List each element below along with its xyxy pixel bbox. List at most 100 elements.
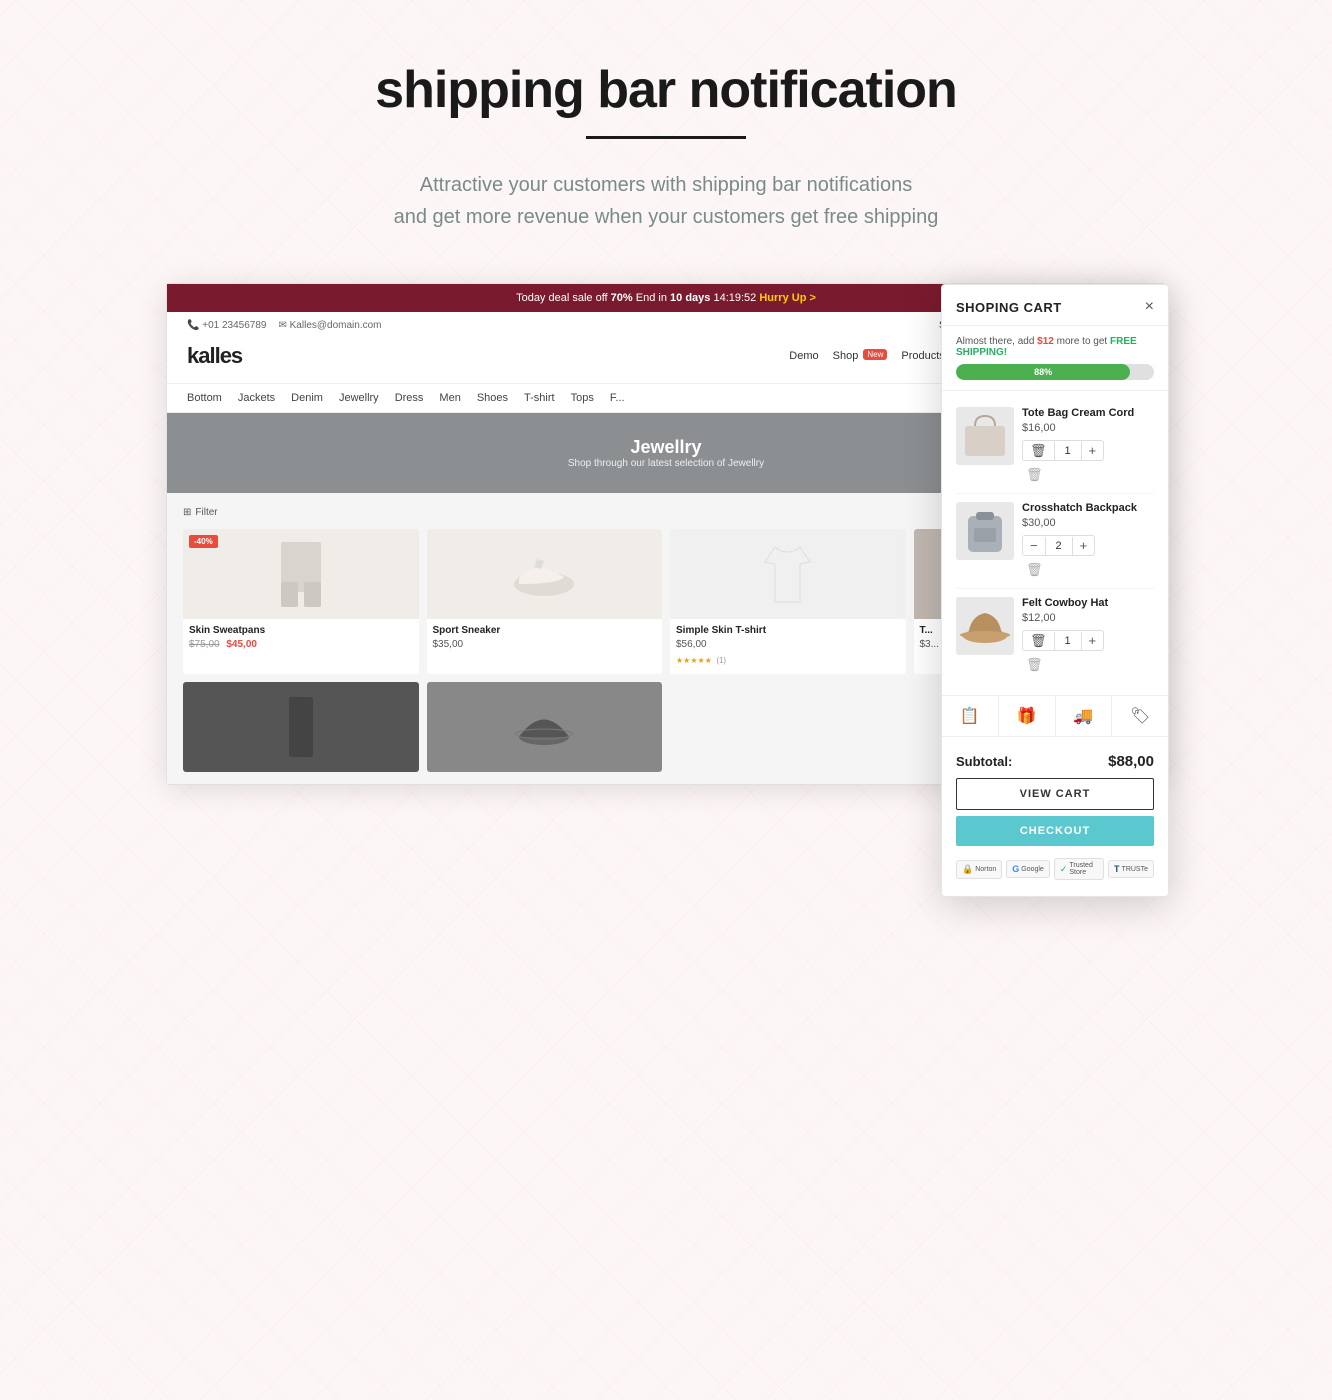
qty-increase-button[interactable]: +	[1073, 536, 1095, 555]
hero-subtitle: Shop through our latest selection of Jew…	[568, 458, 764, 469]
product-card[interactable]: -40% Skin Sweatpans $75,00 $45,00	[183, 529, 419, 674]
shipping-progress-bar: 88%	[956, 364, 1154, 380]
delete-item-button[interactable]: 🗑	[1022, 465, 1047, 485]
cat-shoes[interactable]: Shoes	[477, 392, 508, 404]
cart-item-details: Tote Bag Cream Cord $16,00 🗑 1 + 🗑	[1022, 407, 1154, 485]
cart-action-gift[interactable]: 🎁	[999, 696, 1056, 736]
notes-icon: 📋	[960, 706, 980, 726]
product-name: Simple Skin T-shirt	[676, 625, 900, 636]
hero-title: Jewellry	[630, 437, 701, 458]
cart-item-details: Felt Cowboy Hat $12,00 🗑 1 + 🗑	[1022, 597, 1154, 675]
cart-item: Tote Bag Cream Cord $16,00 🗑 1 + 🗑	[956, 399, 1154, 494]
shipping-icon: 🚚	[1073, 706, 1093, 726]
cat-dress[interactable]: Dress	[395, 392, 424, 404]
product-image: -40%	[183, 529, 419, 619]
product-card[interactable]	[427, 682, 663, 772]
cart-item-name: Crosshatch Backpack	[1022, 502, 1154, 514]
title-divider	[586, 136, 746, 139]
cart-action-shipping[interactable]: 🚚	[1056, 696, 1113, 736]
cart-item-name: Tote Bag Cream Cord	[1022, 407, 1154, 419]
product-price: $35,00	[433, 639, 657, 650]
product-image	[183, 682, 419, 772]
product-stars: ★★★★★	[676, 656, 712, 665]
cat-denim[interactable]: Denim	[291, 392, 323, 404]
cat-tops[interactable]: Tops	[571, 392, 594, 404]
progress-label: 88%	[1034, 367, 1052, 377]
norton-icon: 🔒	[962, 864, 973, 875]
cart-item-price: $16,00	[1022, 422, 1154, 434]
cat-more[interactable]: F...	[610, 392, 625, 404]
cart-actions: 📋 🎁 🚚 🏷	[942, 695, 1168, 737]
cat-jackets[interactable]: Jackets	[238, 392, 275, 404]
trust-badges: 🔒 Norton G Google ✓ Trusted Store T TRUS…	[942, 854, 1168, 880]
cart-close-button[interactable]: ×	[1145, 299, 1154, 315]
cart-item: Crosshatch Backpack $30,00 − 2 + 🗑	[956, 494, 1154, 589]
cart-subtotal: Subtotal: $88,00	[942, 741, 1168, 778]
qty-control: − 2 +	[1022, 535, 1095, 556]
cart-title: SHOPING CART	[956, 300, 1062, 315]
qty-decrease-button[interactable]: −	[1023, 536, 1045, 555]
demo-container: Today deal sale off 70% End in 10 days 1…	[166, 283, 1166, 785]
filter-icon: ⊞	[183, 507, 191, 518]
qty-increase-button[interactable]: +	[1082, 631, 1104, 650]
phone: 📞 +01 23456789	[187, 320, 266, 331]
cat-jewellry[interactable]: Jewellry	[339, 392, 379, 404]
product-image	[670, 529, 906, 619]
truste-icon: T	[1114, 864, 1120, 874]
page-title: shipping bar notification	[20, 60, 1312, 120]
product-image	[427, 529, 663, 619]
empty-slot	[670, 682, 906, 772]
cart-item-image	[956, 502, 1014, 560]
cart-items-list: Tote Bag Cream Cord $16,00 🗑 1 + 🗑	[942, 391, 1168, 691]
cat-bottom[interactable]: Bottom	[187, 392, 222, 404]
cat-men[interactable]: Men	[439, 392, 460, 404]
product-name: Skin Sweatpans	[189, 625, 413, 636]
shipping-text: Almost there, add $12 more to get FREE S…	[956, 336, 1154, 358]
qty-control: 🗑 1 +	[1022, 440, 1104, 461]
nav-products[interactable]: Products	[901, 350, 944, 362]
shipping-bar-section: Almost there, add $12 more to get FREE S…	[942, 326, 1168, 391]
coupon-icon: 🏷	[1130, 706, 1150, 726]
cart-action-notes[interactable]: 📋	[942, 696, 999, 736]
qty-value: 1	[1054, 442, 1082, 460]
product-card[interactable]	[183, 682, 419, 772]
cat-tshirt[interactable]: T-shirt	[524, 392, 555, 404]
cart-action-coupon[interactable]: 🏷	[1112, 696, 1168, 736]
product-badge: -40%	[189, 535, 218, 548]
subtotal-label: Subtotal:	[956, 754, 1012, 769]
trust-badge-truste: T TRUSTe	[1108, 860, 1154, 878]
product-price: $56,00	[676, 639, 900, 650]
checkout-button[interactable]: CHECKOUT	[956, 816, 1154, 846]
product-card[interactable]: Simple Skin T-shirt $56,00 ★★★★★ (1)	[670, 529, 906, 674]
filter-button[interactable]: ⊞ Filter	[183, 507, 218, 518]
qty-increase-button[interactable]: +	[1082, 441, 1104, 460]
gift-icon: 🎁	[1017, 706, 1037, 726]
subtotal-value: $88,00	[1108, 753, 1154, 770]
view-cart-button[interactable]: VIEW CART	[956, 778, 1154, 810]
store-logo: kalles	[187, 343, 242, 369]
google-icon: G	[1012, 864, 1019, 874]
cart-item: Felt Cowboy Hat $12,00 🗑 1 + 🗑	[956, 589, 1154, 683]
trust-badge-trusted: ✓ Trusted Store	[1054, 858, 1104, 880]
trust-badge-norton: 🔒 Norton	[956, 860, 1002, 879]
qty-value: 2	[1045, 537, 1073, 555]
qty-value: 1	[1054, 632, 1082, 650]
cart-item-price: $12,00	[1022, 612, 1154, 624]
qty-decrease-button[interactable]: 🗑	[1023, 441, 1054, 460]
product-price: $75,00 $45,00	[189, 639, 413, 650]
cart-item-image	[956, 407, 1014, 465]
qty-decrease-button[interactable]: 🗑	[1023, 631, 1054, 650]
cart-buttons: VIEW CART CHECKOUT	[942, 778, 1168, 846]
nav-demo[interactable]: Demo	[789, 350, 818, 362]
nav-shop[interactable]: Shop New	[833, 350, 888, 362]
cart-panel: SHOPING CART × Almost there, add $12 mor…	[941, 284, 1169, 897]
trusted-icon: ✓	[1060, 864, 1068, 875]
delete-item-button[interactable]: 🗑	[1022, 560, 1047, 580]
delete-item-button[interactable]: 🗑	[1022, 655, 1047, 675]
cart-item-details: Crosshatch Backpack $30,00 − 2 + 🗑	[1022, 502, 1154, 580]
cart-item-name: Felt Cowboy Hat	[1022, 597, 1154, 609]
qty-control: 🗑 1 +	[1022, 630, 1104, 651]
cart-item-price: $30,00	[1022, 517, 1154, 529]
product-card[interactable]: Sport Sneaker $35,00	[427, 529, 663, 674]
product-name: Sport Sneaker	[433, 625, 657, 636]
